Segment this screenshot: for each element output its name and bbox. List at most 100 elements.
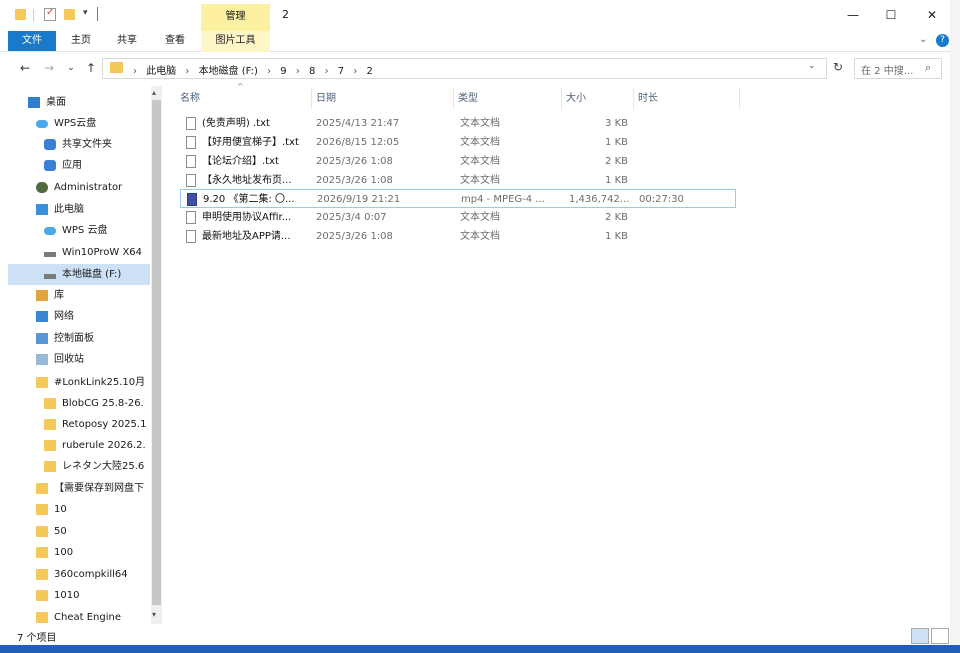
nav-item-shared-folder[interactable]: 共享文件夹 <box>8 134 150 155</box>
file-type: 文本文档 <box>460 118 500 129</box>
nav-item-network[interactable]: 网络 <box>8 306 150 327</box>
breadcrumb-folder-2[interactable]: 2 <box>367 66 373 77</box>
cloud-icon <box>36 120 48 128</box>
column-header-size[interactable]: 大小 <box>562 89 634 109</box>
scroll-down-icon[interactable]: ▾ <box>152 610 156 619</box>
nav-item-control-panel[interactable]: 控制面板 <box>8 328 150 349</box>
file-type: 文本文档 <box>460 212 500 223</box>
nav-item-folder[interactable]: Cheat Engine <box>8 607 150 624</box>
nav-item-folder[interactable]: #LonkLink25.10月 <box>8 372 150 393</box>
column-header-type[interactable]: 类型 <box>454 89 562 109</box>
details-view-icon[interactable] <box>911 628 929 644</box>
file-type: 文本文档 <box>460 175 500 186</box>
nav-item-folder[interactable]: 10 <box>8 499 150 520</box>
breadcrumb-separator: › <box>133 66 137 77</box>
breadcrumb-drive-f[interactable]: 本地磁盘 (F:) <box>199 66 258 77</box>
address-bar[interactable]: › 此电脑 › 本地磁盘 (F:) › 9 › 8 › 7 › 2 ⌄ <box>102 58 827 79</box>
help-icon[interactable]: ? <box>936 34 949 47</box>
file-size: 1 KB <box>605 175 628 186</box>
file-row-selected[interactable]: 9.20 《第二集: 〇... 2026/9/19 21:21 mp4 - MP… <box>180 189 736 208</box>
new-folder-icon[interactable] <box>64 9 75 20</box>
address-dropdown-chevron-icon[interactable]: ⌄ <box>808 61 816 71</box>
nav-label: 50 <box>54 526 67 537</box>
nav-item-folder[interactable]: 50 <box>8 521 150 542</box>
back-arrow-icon[interactable]: ← <box>18 60 32 76</box>
nav-item-win10-drive[interactable]: Win10ProW X64 <box>8 242 150 263</box>
search-icon[interactable]: ⌕ <box>925 61 931 75</box>
context-tab-manage[interactable]: 管理 <box>201 4 270 31</box>
nav-label: WPS云盘 <box>54 118 97 129</box>
file-name: 【好用便宜梯子】.txt <box>202 137 299 148</box>
taskbar-edge <box>0 645 960 653</box>
nav-label: BlobCG 25.8-26. <box>62 398 144 409</box>
breadcrumb-folder-8[interactable]: 8 <box>309 66 315 77</box>
close-button[interactable]: ✕ <box>924 7 940 23</box>
text-file-icon <box>186 174 196 187</box>
nav-item-apps[interactable]: 应用 <box>8 155 150 176</box>
nav-item-folder[interactable]: レネタン大陸25.6 <box>8 456 150 477</box>
nav-item-library[interactable]: 库 <box>8 285 150 306</box>
nav-item-folder[interactable]: 1010 <box>8 585 150 606</box>
recent-locations-chevron-icon[interactable]: ⌄ <box>64 60 78 76</box>
nav-item-folder[interactable]: BlobCG 25.8-26. <box>8 393 150 414</box>
scroll-up-icon[interactable]: ▴ <box>152 88 156 97</box>
breadcrumb-folder-9[interactable]: 9 <box>280 66 286 77</box>
maximize-button[interactable]: ☐ <box>883 7 899 23</box>
tab-view[interactable]: 查看 <box>158 31 192 51</box>
minimize-button[interactable]: — <box>845 7 861 23</box>
nav-item-this-pc[interactable]: 此电脑 <box>8 199 150 220</box>
file-row[interactable]: (免责声明) .txt 2025/4/13 21:47 文本文档 3 KB <box>180 114 736 133</box>
column-header-name[interactable]: 名称 <box>176 89 312 109</box>
sidebar-scrollbar-thumb[interactable] <box>152 100 161 605</box>
file-name: 最新地址及APP请... <box>202 231 291 242</box>
user-icon <box>36 182 48 193</box>
nav-item-folder[interactable]: 【需要保存到网盘下 <box>8 478 150 499</box>
file-date: 2025/3/26 1:08 <box>316 156 393 167</box>
nav-item-wps-cloud-drive[interactable]: WPS 云盘 <box>8 220 150 241</box>
file-row[interactable]: 【论坛介绍】.txt 2025/3/26 1:08 文本文档 2 KB <box>180 152 736 171</box>
divider <box>33 9 34 22</box>
customize-toolbar-chevron-icon[interactable]: ▾ <box>83 8 88 18</box>
up-arrow-icon[interactable]: ↑ <box>84 60 98 76</box>
column-header-duration[interactable]: 时长 <box>634 89 740 109</box>
tab-file[interactable]: 文件 <box>8 31 56 51</box>
nav-item-folder[interactable]: 100 <box>8 542 150 563</box>
file-type: mp4 - MPEG-4 ... <box>461 194 545 205</box>
breadcrumb-folder-7[interactable]: 7 <box>338 66 344 77</box>
large-icons-view-icon[interactable] <box>931 628 949 644</box>
nav-item-folder[interactable]: ruberule 2026.2. <box>8 435 150 456</box>
forward-arrow-icon[interactable]: → <box>42 60 56 76</box>
properties-icon[interactable] <box>44 7 56 21</box>
search-box[interactable]: 在 2 中搜... ⌕ <box>854 58 942 79</box>
nav-label: Administrator <box>54 182 123 193</box>
tab-share[interactable]: 共享 <box>110 31 144 51</box>
breadcrumb-this-pc[interactable]: 此电脑 <box>146 66 176 77</box>
file-row[interactable]: 申明使用协议Affir... 2025/3/4 0:07 文本文档 2 KB <box>180 208 736 227</box>
file-row[interactable]: 最新地址及APP请... 2025/3/26 1:08 文本文档 1 KB <box>180 227 736 246</box>
tab-picture-tools[interactable]: 图片工具 <box>201 31 270 52</box>
nav-item-recycle-bin[interactable]: 回收站 <box>8 349 150 370</box>
nav-item-folder[interactable]: 360compkill64 <box>8 564 150 585</box>
nav-item-folder[interactable]: Retoposy 2025.1 <box>8 414 150 435</box>
search-placeholder: 在 2 中搜... <box>861 66 914 77</box>
nav-item-wps-cloud[interactable]: WPS云盘 <box>8 113 150 134</box>
file-date: 2025/3/26 1:08 <box>316 175 393 186</box>
column-header-date[interactable]: 日期 <box>312 89 454 109</box>
file-date: 2025/4/13 21:47 <box>316 118 400 129</box>
nav-item-desktop[interactable]: 桌面 <box>8 92 150 113</box>
file-row[interactable]: 【好用便宜梯子】.txt 2026/8/15 12:05 文本文档 1 KB <box>180 133 736 152</box>
library-icon <box>36 290 48 301</box>
nav-label: 100 <box>54 547 74 558</box>
nav-item-administrator[interactable]: Administrator <box>8 177 150 198</box>
breadcrumb-separator: › <box>353 66 358 77</box>
expand-ribbon-chevron-icon[interactable]: ⌄ <box>919 34 927 45</box>
tab-home[interactable]: 主页 <box>64 31 98 51</box>
cloud-icon <box>44 227 56 235</box>
nav-item-local-disk-f[interactable]: 本地磁盘 (F:) <box>8 264 150 285</box>
file-size: 2 KB <box>605 212 628 223</box>
folder-icon[interactable] <box>15 9 26 20</box>
file-name: (免责声明) .txt <box>202 118 270 129</box>
folder-icon <box>44 419 56 430</box>
file-row[interactable]: 【永久地址发布页... 2025/3/26 1:08 文本文档 1 KB <box>180 171 736 190</box>
refresh-icon[interactable]: ↻ <box>833 60 843 74</box>
